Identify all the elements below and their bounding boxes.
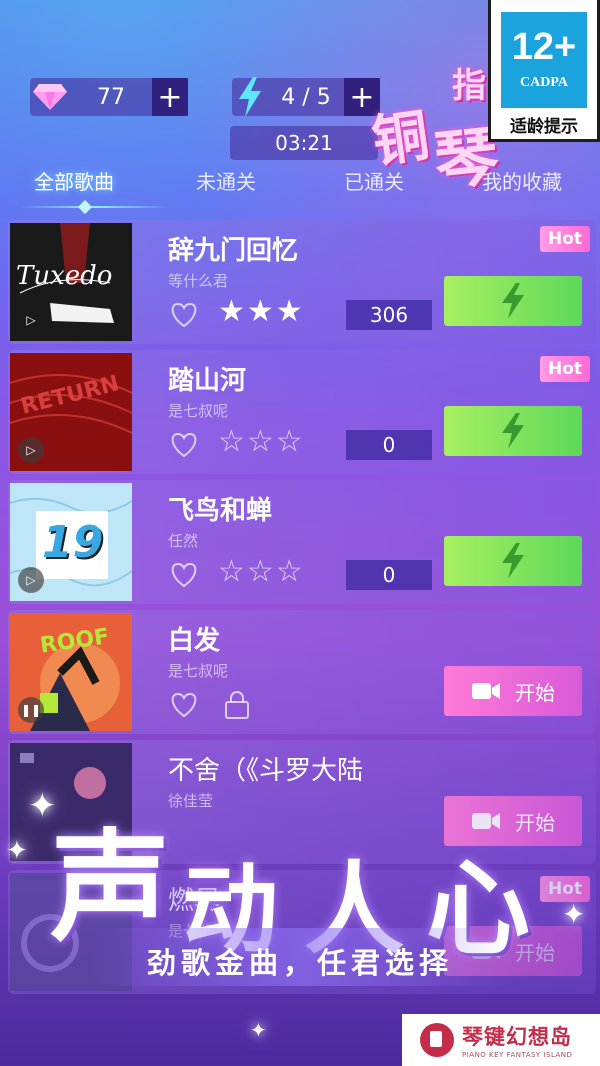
age-rating-badge: 12+ CADPA 适龄提示 <box>488 0 600 142</box>
lightning-icon <box>232 77 268 117</box>
lightning-icon <box>502 283 524 319</box>
star-rating: ☆☆☆ <box>218 554 305 589</box>
play-button[interactable] <box>444 276 582 326</box>
app-logo: 琴键幻想岛 PIANO KEY FANTASY ISLAND <box>402 1014 600 1066</box>
song-title: 不舍（《斗罗大陆 <box>168 756 364 786</box>
preview-play-icon[interactable]: ▷ <box>18 307 44 333</box>
album-cover[interactable]: ROOF ❚❚ <box>10 613 132 731</box>
energy-timer: 03:21 <box>230 126 378 160</box>
start-label: 开始 <box>515 680 555 705</box>
play-button[interactable] <box>444 536 582 586</box>
hot-badge: Hot <box>540 356 590 382</box>
sparkle-icon: ✦ <box>6 836 28 866</box>
song-row[interactable]: 19 ▷ 飞鸟和蝉 任然 ☆☆☆ 0 <box>8 480 596 604</box>
gem-counter: 77 + <box>30 78 188 116</box>
heart-icon[interactable] <box>168 300 202 330</box>
heart-icon[interactable] <box>168 560 202 590</box>
song-row[interactable]: ROOF ❚❚ 白发 是七叔呢 开始 <box>8 610 596 734</box>
age-rating-box: 12+ CADPA <box>501 12 587 108</box>
star-rating: ☆☆☆ <box>218 424 305 459</box>
song-title: 白发 <box>168 626 221 656</box>
song-row[interactable]: RETURN ▷ 踏山河 是七叔呢 ☆☆☆ 0 Hot <box>8 350 596 474</box>
song-artist: 等什么君 <box>168 272 229 290</box>
preview-play-icon[interactable]: ▷ <box>18 437 44 463</box>
tab-not-cleared[interactable]: 未通关 <box>196 166 256 195</box>
song-artist: 是七叔呢 <box>168 662 229 680</box>
energy-count: 4 / 5 <box>281 84 331 110</box>
hot-badge: Hot <box>540 226 590 252</box>
song-row[interactable]: Tuxedo ▷ 辞九门回忆 等什么君 ★★★ 306 Hot <box>8 220 596 344</box>
logo-sub-text: PIANO KEY FANTASY ISLAND <box>462 1051 573 1059</box>
heart-icon[interactable] <box>168 690 202 720</box>
cover-text: 19 <box>42 517 104 568</box>
song-score: 0 <box>346 560 432 590</box>
song-title: 踏山河 <box>168 366 247 396</box>
logo-text: 琴键幻想岛 PIANO KEY FANTASY ISLAND <box>462 1021 572 1059</box>
logo-mark-icon <box>420 1023 454 1057</box>
age-rating-org: CADPA <box>520 75 568 90</box>
song-tabs: 全部歌曲 未通关 已通关 我的收藏 <box>0 162 600 202</box>
album-cover[interactable]: RETURN ▷ <box>10 353 132 471</box>
tab-favorites[interactable]: 我的收藏 <box>482 166 562 195</box>
song-artist: 任然 <box>168 532 199 550</box>
video-icon <box>472 683 500 699</box>
tab-indicator-dot <box>77 199 93 215</box>
age-rating-tip: 适龄提示 <box>510 117 578 137</box>
sparkle-icon: ✦ <box>562 898 586 931</box>
song-score: 306 <box>346 300 432 330</box>
pause-icon[interactable]: ❚❚ <box>18 697 44 723</box>
album-cover[interactable]: Tuxedo ▷ <box>10 223 132 341</box>
sparkle-icon: ✦ <box>28 786 57 826</box>
energy-counter: 4 / 5 + <box>232 77 380 117</box>
tab-all-songs[interactable]: 全部歌曲 <box>34 166 114 195</box>
age-rating-number: 12+ <box>511 26 577 68</box>
diamond-icon <box>30 78 70 116</box>
add-gems-button[interactable]: + <box>152 78 188 116</box>
lightning-icon <box>502 413 524 449</box>
gem-count: 77 <box>97 84 125 110</box>
start-button[interactable]: 开始 <box>444 666 582 716</box>
tab-indicator <box>20 206 170 208</box>
song-title: 辞九门回忆 <box>168 236 299 266</box>
slogan-subtitle: 劲歌金曲，任君选择 <box>146 946 453 980</box>
heart-icon[interactable] <box>168 430 202 460</box>
slogan-title: 声 动 人 心 <box>50 790 570 970</box>
banner-char: 指 <box>452 66 486 106</box>
song-score: 0 <box>346 430 432 460</box>
album-cover[interactable]: 19 ▷ <box>10 483 132 601</box>
lightning-icon <box>502 543 524 579</box>
star-rating: ★★★ <box>218 294 305 329</box>
sparkle-icon: ✦ <box>250 1018 267 1042</box>
preview-play-icon[interactable]: ▷ <box>18 567 44 593</box>
logo-main-text: 琴键幻想岛 <box>462 1025 572 1049</box>
song-artist: 是七叔呢 <box>168 402 229 420</box>
lock-icon <box>224 690 250 720</box>
play-button[interactable] <box>444 406 582 456</box>
song-title: 飞鸟和蝉 <box>168 496 273 526</box>
tab-cleared[interactable]: 已通关 <box>344 166 404 195</box>
cover-text: Tuxedo <box>16 261 113 291</box>
